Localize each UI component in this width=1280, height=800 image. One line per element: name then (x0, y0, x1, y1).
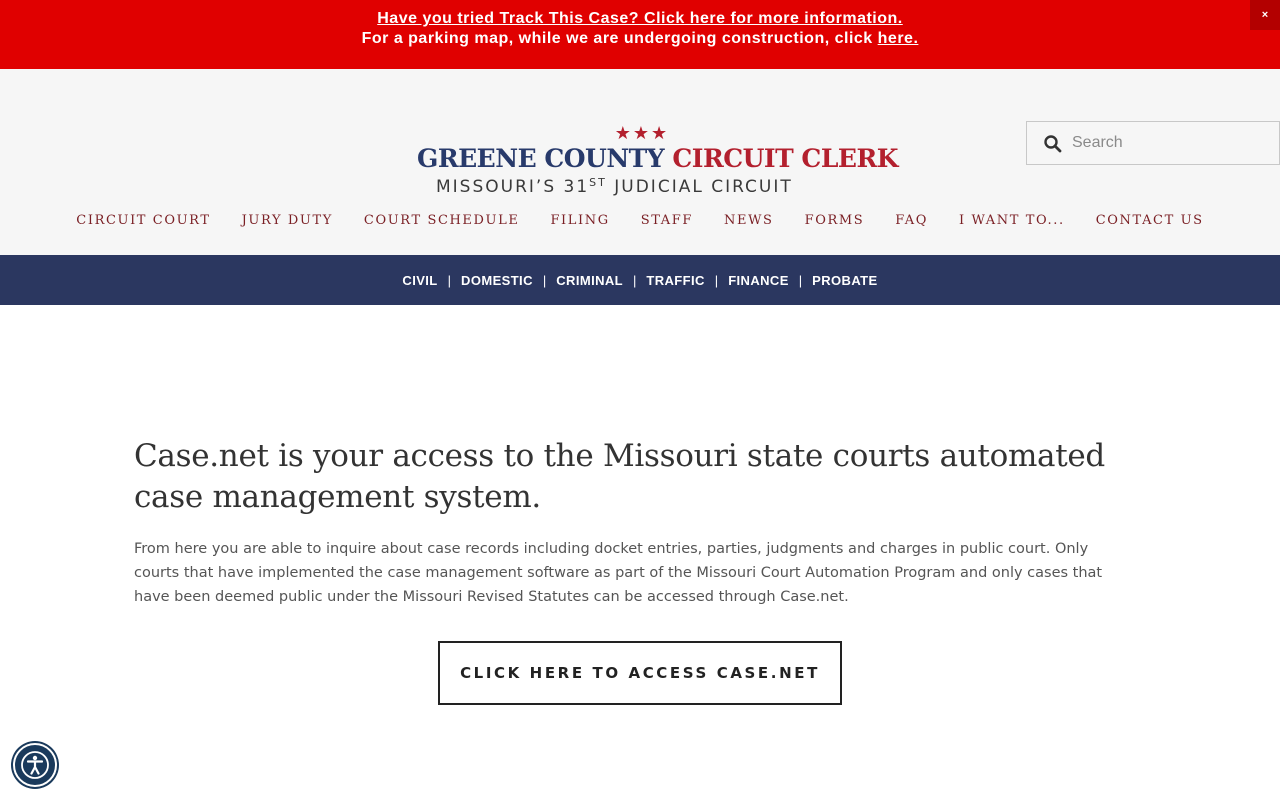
logo-subtitle-post: JUDICIAL CIRCUIT (606, 177, 793, 197)
nav-filing[interactable]: FILING (550, 212, 609, 234)
main-nav: CIRCUIT COURT JURY DUTY COURT SCHEDULE F… (0, 212, 1280, 234)
logo-subtitle-sup: ST (589, 176, 607, 189)
nav-forms[interactable]: FORMS (805, 212, 865, 234)
logo-name: GREENE COUNTY CIRCUIT CLERK (417, 144, 898, 173)
dept-traffic[interactable]: TRAFFIC (646, 273, 704, 288)
nav-staff[interactable]: STAFF (641, 212, 693, 234)
dept-probate[interactable]: PROBATE (812, 273, 877, 288)
logo-subtitle-pre: MISSOURI’S 31 (436, 177, 590, 197)
logo-name-county: GREENE COUNTY (417, 144, 665, 173)
alert-line-2: For a parking map, while we are undergoi… (0, 29, 1280, 49)
dept-separator: | (633, 272, 637, 288)
site-logo[interactable]: ★★★ GREENE COUNTY CIRCUIT CLERK MISSOURI… (417, 123, 898, 197)
page-heading: Case.net is your access to the Missouri … (134, 438, 1105, 515)
parking-map-text: For a parking map, while we are undergoi… (361, 30, 873, 47)
alert-banner: Have you tried Track This Case? Click he… (0, 0, 1280, 69)
dept-finance[interactable]: FINANCE (728, 273, 789, 288)
logo-stars: ★★★ (614, 123, 670, 143)
search-box (1026, 121, 1280, 165)
dept-criminal[interactable]: CRIMINAL (556, 273, 623, 288)
dept-separator: | (447, 272, 452, 288)
nav-court-schedule[interactable]: COURT SCHEDULE (364, 212, 520, 234)
alert-line-1: Have you tried Track This Case? Click he… (0, 9, 1280, 29)
dept-domestic[interactable]: DOMESTIC (461, 273, 533, 288)
logo-name-clerk: CIRCUIT CLERK (672, 144, 898, 173)
close-icon[interactable]: × (1250, 0, 1280, 30)
track-this-case-link[interactable]: Have you tried Track This Case? Click he… (377, 10, 902, 27)
dept-separator: | (542, 272, 547, 288)
accessibility-icon (21, 751, 49, 779)
logo-subtitle: MISSOURI’S 31ST JUDICIAL CIRCUIT (436, 173, 856, 197)
dept-separator: | (714, 272, 719, 288)
dept-separator: | (798, 272, 803, 288)
dept-civil[interactable]: CIVIL (402, 273, 437, 288)
nav-news[interactable]: NEWS (724, 212, 774, 234)
page-description: From here you are able to inquire about … (134, 541, 1103, 605)
main-content: Case.net is your access to the Missouri … (134, 436, 1154, 609)
accessibility-button[interactable] (13, 743, 57, 787)
nav-i-want-to[interactable]: I WANT TO... (959, 212, 1065, 234)
parking-map-link[interactable]: here. (878, 30, 919, 47)
nav-jury-duty[interactable]: JURY DUTY (242, 212, 333, 234)
nav-contact-us[interactable]: CONTACT US (1096, 212, 1204, 234)
site-header: ★★★ GREENE COUNTY CIRCUIT CLERK MISSOURI… (0, 69, 1280, 255)
access-casenet-button[interactable]: CLICK HERE TO ACCESS CASE.NET (438, 641, 842, 705)
department-nav: CIVIL | DOMESTIC | CRIMINAL | TRAFFIC | … (0, 255, 1280, 305)
nav-circuit-court[interactable]: CIRCUIT COURT (76, 212, 210, 234)
search-input[interactable] (1072, 130, 1272, 156)
nav-faq[interactable]: FAQ (895, 212, 928, 234)
search-icon[interactable] (1043, 134, 1063, 154)
